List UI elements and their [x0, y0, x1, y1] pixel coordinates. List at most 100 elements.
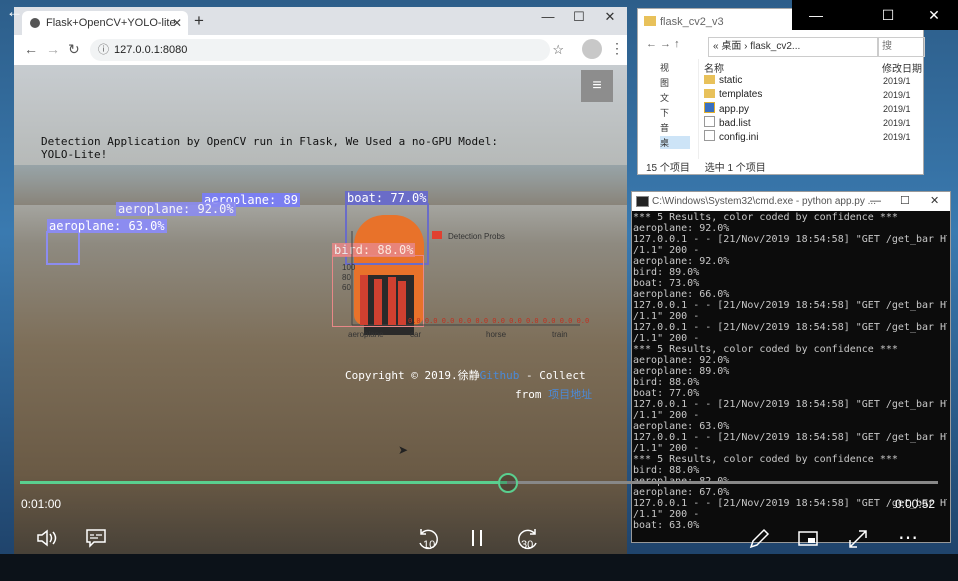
cmd-line: /1.1" 200 -: [633, 443, 700, 454]
volume-icon[interactable]: [36, 528, 58, 554]
cmd-line: *** 5 Results, color coded by confidence…: [633, 344, 898, 355]
column-header-date[interactable]: 修改日期: [882, 60, 922, 75]
nav-item-videos[interactable]: 视: [660, 61, 690, 74]
close-button[interactable]: ✕: [595, 9, 625, 25]
more-options-icon[interactable]: ⋯: [898, 525, 918, 550]
file-row-app-py[interactable]: app.py: [704, 102, 749, 116]
cmd-close-button[interactable]: ✕: [930, 192, 939, 211]
cmd-line: bird: 89.0%: [633, 267, 700, 278]
cmd-line: *** 5 Results, color coded by confidence…: [633, 454, 898, 465]
browser-window: Flask+OpenCV+YOLO-lite ✕ + — ☐ ✕ ← → ↻ ⓘ…: [14, 7, 627, 577]
file-date: 2019/1: [883, 118, 911, 128]
subtitles-icon[interactable]: [85, 528, 107, 554]
cmd-line: 127.0.0.1 - - [21/Nov/2019 18:54:58] "GE…: [633, 234, 947, 245]
fullscreen-icon[interactable]: [847, 528, 869, 556]
cmd-line: 127.0.0.1 - - [21/Nov/2019 18:54:58] "GE…: [633, 432, 947, 443]
file-row-templates[interactable]: templates: [704, 88, 762, 102]
edit-pencil-icon[interactable]: [748, 528, 770, 556]
x-tick-horse: horse: [486, 330, 507, 339]
browser-menu-icon[interactable]: ⋮: [610, 40, 624, 57]
file-date: 2019/1: [883, 76, 911, 86]
skip-forward-30-icon[interactable]: 30: [515, 526, 541, 558]
browser-tab[interactable]: Flask+OpenCV+YOLO-lite ✕: [22, 11, 188, 35]
svg-text:30: 30: [521, 539, 533, 551]
copyright-prefix: Copyright © 2019.徐静: [345, 369, 480, 382]
cmd-line: aeroplane: 66.0%: [633, 289, 730, 300]
project-address-link[interactable]: 项目地址: [548, 388, 592, 401]
forward-arrow-icon[interactable]: →: [46, 41, 60, 57]
cmd-maximize-button[interactable]: ☐: [900, 192, 910, 211]
explorer-address-bar[interactable]: « 桌面 › flask_cv2...: [708, 37, 878, 57]
mini-view-icon[interactable]: [797, 530, 819, 554]
explorer-title: flask_cv2_v3: [660, 16, 724, 28]
cmd-line: /1.1" 200 -: [633, 333, 700, 344]
nav-item-documents[interactable]: 文: [660, 91, 690, 104]
cmd-line: 127.0.0.1 - - [21/Nov/2019 18:54:58] "GE…: [633, 322, 947, 333]
nav-item-downloads[interactable]: 下: [660, 106, 690, 119]
cmd-line: bird: 88.0%: [633, 377, 700, 388]
folder-icon: [704, 75, 715, 84]
file-name: templates: [719, 89, 763, 100]
address-bar[interactable]: ⓘ 127.0.0.1:8080 ☆: [90, 39, 564, 61]
seek-knob[interactable]: [497, 473, 518, 493]
copyright-suffix: - Collect: [519, 369, 586, 382]
back-arrow-icon[interactable]: ←: [24, 41, 38, 57]
minimize-button[interactable]: —: [533, 9, 563, 24]
file-name: bad.list: [719, 118, 751, 129]
player-close-button[interactable]: ✕: [910, 0, 958, 30]
maximize-button[interactable]: ☐: [564, 9, 594, 25]
hamburger-menu-button[interactable]: ≡: [581, 70, 613, 102]
url-text[interactable]: 127.0.0.1:8080: [114, 39, 187, 61]
player-back-icon[interactable]: ←: [6, 2, 23, 22]
cmd-line: /1.1" 200 -: [633, 245, 700, 256]
info-icon[interactable]: ⓘ: [98, 39, 109, 61]
player-maximize-button[interactable]: ☐: [864, 0, 912, 30]
file-date: 2019/1: [883, 132, 911, 142]
player-minimize-button[interactable]: —: [792, 0, 840, 30]
explorer-nav-arrows-icon[interactable]: ← → ↑: [646, 38, 680, 50]
file-name: app.py: [719, 104, 750, 115]
nav-item-music[interactable]: 音: [660, 121, 690, 134]
from-prefix: from: [515, 388, 549, 401]
github-link[interactable]: Github: [480, 369, 520, 382]
cmd-icon: [636, 196, 649, 207]
prob-bar-2: [374, 279, 382, 325]
mouse-cursor-icon: ➤: [398, 443, 409, 457]
sea-background: [14, 165, 627, 205]
cmd-line: aeroplane: 92.0%: [633, 355, 730, 366]
cmd-line: bird: 88.0%: [633, 465, 700, 476]
file-row-bad-list[interactable]: bad.list: [704, 116, 751, 130]
pause-button[interactable]: [470, 528, 484, 554]
tab-close-button[interactable]: ✕: [172, 11, 182, 35]
prob-bar-1: [360, 275, 368, 325]
player-caption-bar: — ☐ ✕: [792, 0, 958, 30]
skip-back-10-icon[interactable]: 10: [415, 526, 441, 558]
folder-icon: [644, 16, 656, 26]
reload-icon[interactable]: ↻: [68, 41, 80, 58]
explorer-breadcrumb[interactable]: « 桌面 › flask_cv2...: [713, 41, 800, 52]
explorer-search-input[interactable]: 搜索"flas...: [878, 37, 925, 57]
chart-title: Detection Probs: [448, 232, 505, 241]
bookmark-star-icon[interactable]: ☆: [552, 39, 564, 61]
nav-item-desktop[interactable]: 桌: [660, 136, 690, 149]
file-row-static[interactable]: static: [704, 74, 742, 88]
explorer-nav-pane: 视 图 文 下 音 桌: [638, 59, 699, 159]
new-tab-button[interactable]: +: [194, 11, 204, 31]
cmd-line: /1.1" 200 -: [633, 410, 700, 421]
cmd-line: /1.1" 200 -: [633, 311, 700, 322]
file-name: static: [719, 75, 743, 86]
zero-values-row: 0.0 0.0 0.0 0.0 0.0 0.0 0.0 0.0 0.0 0.0 …: [408, 317, 592, 325]
cmd-minimize-button[interactable]: —: [870, 192, 881, 211]
nav-item-pictures[interactable]: 图: [660, 76, 690, 89]
column-header-name[interactable]: 名称: [704, 60, 724, 75]
account-avatar[interactable]: [582, 39, 602, 59]
file-row-config-ini[interactable]: config.ini: [704, 130, 758, 144]
aeroplane-bounding-box: [46, 231, 80, 265]
file-icon: [704, 116, 715, 127]
cmd-line: aeroplane: 89.0%: [633, 366, 730, 377]
seek-bar[interactable]: [20, 481, 938, 484]
cmd-title: C:\Windows\System32\cmd.exe - python app…: [652, 196, 876, 207]
file-explorer-window: flask_cv2_v3 ← → ↑ « 桌面 › flask_cv2... 搜…: [637, 8, 925, 175]
prob-bar-3: [388, 277, 396, 325]
cmd-line: aeroplane: 92.0%: [633, 256, 730, 267]
